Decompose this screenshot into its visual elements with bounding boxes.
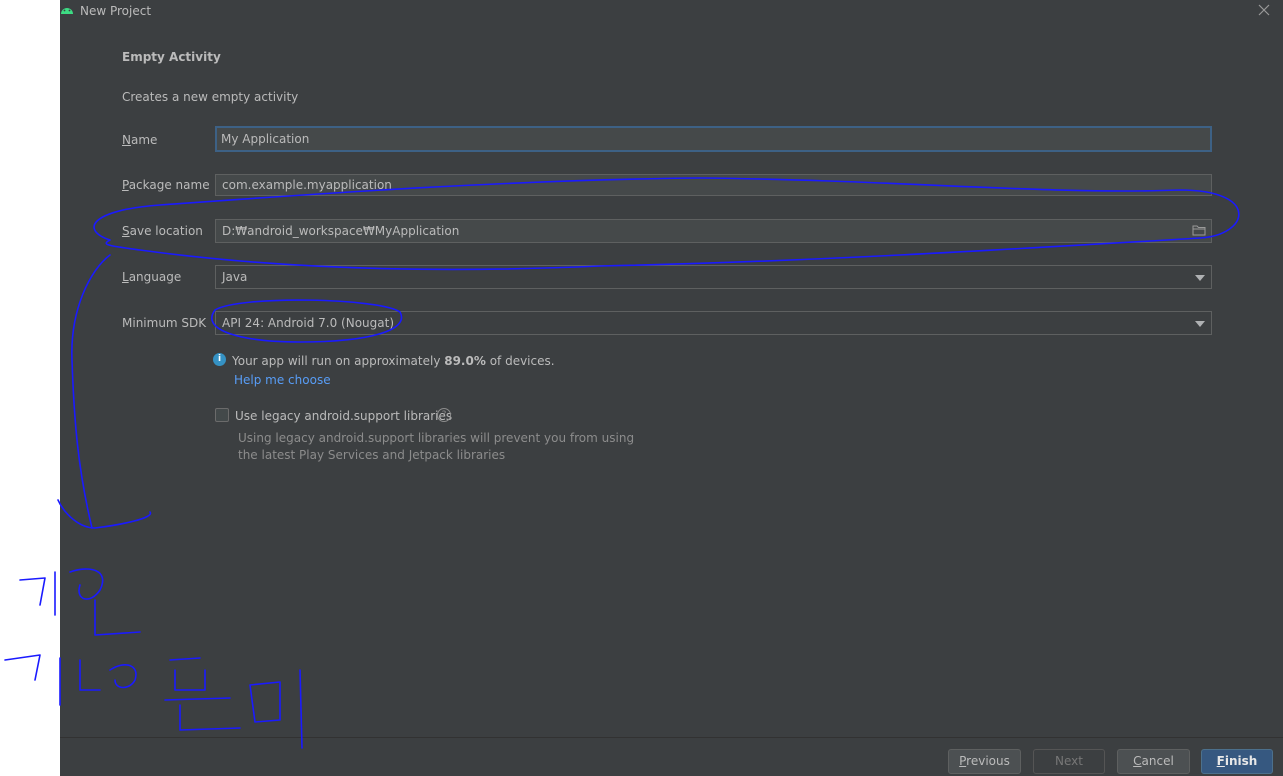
legacy-support-description: Using legacy android.support libraries w… — [238, 431, 635, 462]
chevron-down-icon — [1195, 321, 1205, 327]
name-label: Name — [122, 133, 157, 147]
language-label-mnemonic: L — [122, 270, 129, 284]
coverage-percent: 89.0% — [444, 354, 486, 368]
title-bar: New Project — [60, 0, 1283, 24]
minimum-sdk-dropdown[interactable]: API 24: Android 7.0 (Nougat) — [215, 311, 1212, 335]
chevron-down-icon — [1195, 275, 1205, 281]
minimum-sdk-label: Minimum SDK — [122, 316, 207, 330]
coverage-text-end: of devices. — [485, 354, 555, 368]
android-icon — [61, 8, 73, 14]
finish-button[interactable]: Finish — [1201, 749, 1273, 774]
save-location-field[interactable] — [215, 219, 1212, 243]
info-icon: i — [213, 353, 226, 366]
language-label-text: anguage — [128, 270, 182, 284]
legacy-support-label[interactable]: Use legacy android.support libraries — [235, 409, 452, 423]
help-me-choose-link[interactable]: Help me choose — [234, 373, 331, 387]
package-label-mnemonic: P — [122, 178, 129, 192]
cancel-label: ancel — [1141, 754, 1174, 768]
close-icon[interactable] — [1257, 3, 1271, 17]
legacy-support-checkbox[interactable] — [215, 408, 229, 422]
page-title: Empty Activity — [122, 50, 221, 64]
window-title: New Project — [80, 4, 152, 18]
device-coverage-text: Your app will run on approximately 89.0%… — [232, 354, 555, 368]
finish-mnemonic: F — [1216, 754, 1225, 768]
previous-button[interactable]: Previous — [948, 749, 1021, 774]
save-location-wrapper — [215, 219, 1212, 243]
name-field[interactable] — [215, 126, 1212, 152]
language-dropdown[interactable]: Java — [215, 265, 1212, 289]
save-location-label-text: ave location — [129, 224, 203, 238]
name-label-text: ame — [130, 133, 158, 147]
language-selected-value: Java — [222, 270, 248, 284]
next-button[interactable]: Next — [1033, 749, 1105, 774]
folder-icon[interactable] — [1192, 224, 1206, 236]
package-name-label: Package name — [122, 178, 210, 192]
minimum-sdk-selected-value: API 24: Android 7.0 (Nougat) — [222, 316, 394, 330]
name-label-mnemonic: N — [122, 133, 131, 147]
coverage-text-start: Your app will run on approximately — [232, 354, 445, 368]
footer-divider — [60, 737, 1283, 738]
package-name-field[interactable] — [215, 174, 1212, 196]
question-icon[interactable]: ? — [437, 408, 451, 422]
save-location-label-mnemonic: S — [122, 224, 130, 238]
language-label: Language — [122, 270, 181, 284]
finish-label: inish — [1224, 754, 1258, 768]
previous-label: revious — [966, 754, 1010, 768]
package-label-text: ackage name — [128, 178, 210, 192]
page-description: Creates a new empty activity — [122, 90, 299, 104]
new-project-dialog: New Project Empty Activity Creates a new… — [60, 0, 1283, 776]
cancel-mnemonic: C — [1133, 754, 1142, 768]
cancel-button[interactable]: Cancel — [1117, 749, 1190, 774]
save-location-label: Save location — [122, 224, 203, 238]
